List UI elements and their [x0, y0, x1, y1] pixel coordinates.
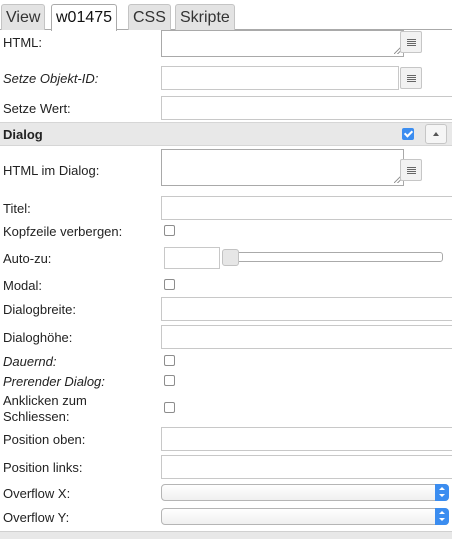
dialoghoehe-input[interactable] [161, 325, 452, 349]
dialog-section-title: Dialog [3, 127, 43, 142]
prerender-checkbox[interactable] [164, 375, 175, 386]
anklicken-checkbox[interactable] [164, 402, 175, 413]
overflow-x-label: Overflow X: [3, 486, 71, 501]
collapse-button[interactable] [425, 124, 447, 144]
dauernd-checkbox[interactable] [164, 355, 175, 366]
kopfzeile-checkbox[interactable] [164, 225, 175, 236]
list-icon [407, 39, 416, 47]
overflow-y-label: Overflow Y: [3, 510, 70, 525]
html-textarea[interactable] [161, 30, 404, 57]
overflow-x-select[interactable] [161, 484, 449, 501]
tab-bar: View w01475 CSS Skripte [0, 0, 452, 31]
list-icon [407, 167, 416, 175]
next-section-header [0, 531, 452, 539]
auto-zu-slider-handle[interactable] [222, 249, 239, 266]
html-label: HTML: [3, 35, 42, 50]
select-arrows-icon [435, 484, 449, 501]
list-icon [407, 75, 416, 83]
modal-label: Modal: [3, 278, 43, 293]
objekt-id-edit-button[interactable] [400, 67, 422, 89]
auto-zu-label: Auto-zu: [3, 251, 52, 266]
position-oben-label: Position oben: [3, 432, 86, 447]
dauernd-label: Dauernd: [3, 354, 57, 369]
dialogbreite-label: Dialogbreite: [3, 302, 76, 317]
dialog-section-header: Dialog [0, 122, 452, 146]
html-edit-button[interactable] [400, 31, 422, 53]
prerender-label: Prerender Dialog: [3, 374, 105, 389]
wert-input[interactable] [161, 96, 452, 120]
wert-label: Setze Wert: [3, 101, 71, 116]
position-oben-input[interactable] [161, 427, 452, 451]
dialog-enabled-checkbox[interactable] [402, 128, 414, 140]
html-im-dialog-label: HTML im Dialog: [3, 163, 100, 178]
titel-label: Titel: [3, 201, 31, 216]
overflow-y-select[interactable] [161, 508, 449, 525]
tab-css[interactable]: CSS [128, 4, 171, 30]
position-links-input[interactable] [161, 455, 452, 479]
anklicken-label-line2: Schliessen: [3, 409, 70, 424]
modal-checkbox[interactable] [164, 279, 175, 290]
auto-zu-slider[interactable] [223, 252, 443, 262]
tab-skripte[interactable]: Skripte [175, 4, 235, 30]
select-arrows-icon [435, 508, 449, 525]
auto-zu-input[interactable] [164, 247, 220, 269]
objekt-id-label: Setze Objekt-ID: [3, 71, 99, 86]
html-im-dialog-textarea[interactable] [161, 149, 404, 186]
tab-widget[interactable]: w01475 [51, 4, 118, 31]
dialoghoehe-label: Dialoghöhe: [3, 330, 73, 345]
html-im-dialog-edit-button[interactable] [400, 159, 422, 181]
dialogbreite-input[interactable] [161, 297, 452, 321]
anklicken-label-line1: Anklicken zum [3, 393, 87, 408]
tab-view[interactable]: View [1, 4, 46, 30]
kopfzeile-label: Kopfzeile verbergen: [3, 224, 123, 239]
titel-input[interactable] [161, 196, 452, 220]
position-links-label: Position links: [3, 460, 83, 475]
objekt-id-input[interactable] [161, 66, 399, 90]
